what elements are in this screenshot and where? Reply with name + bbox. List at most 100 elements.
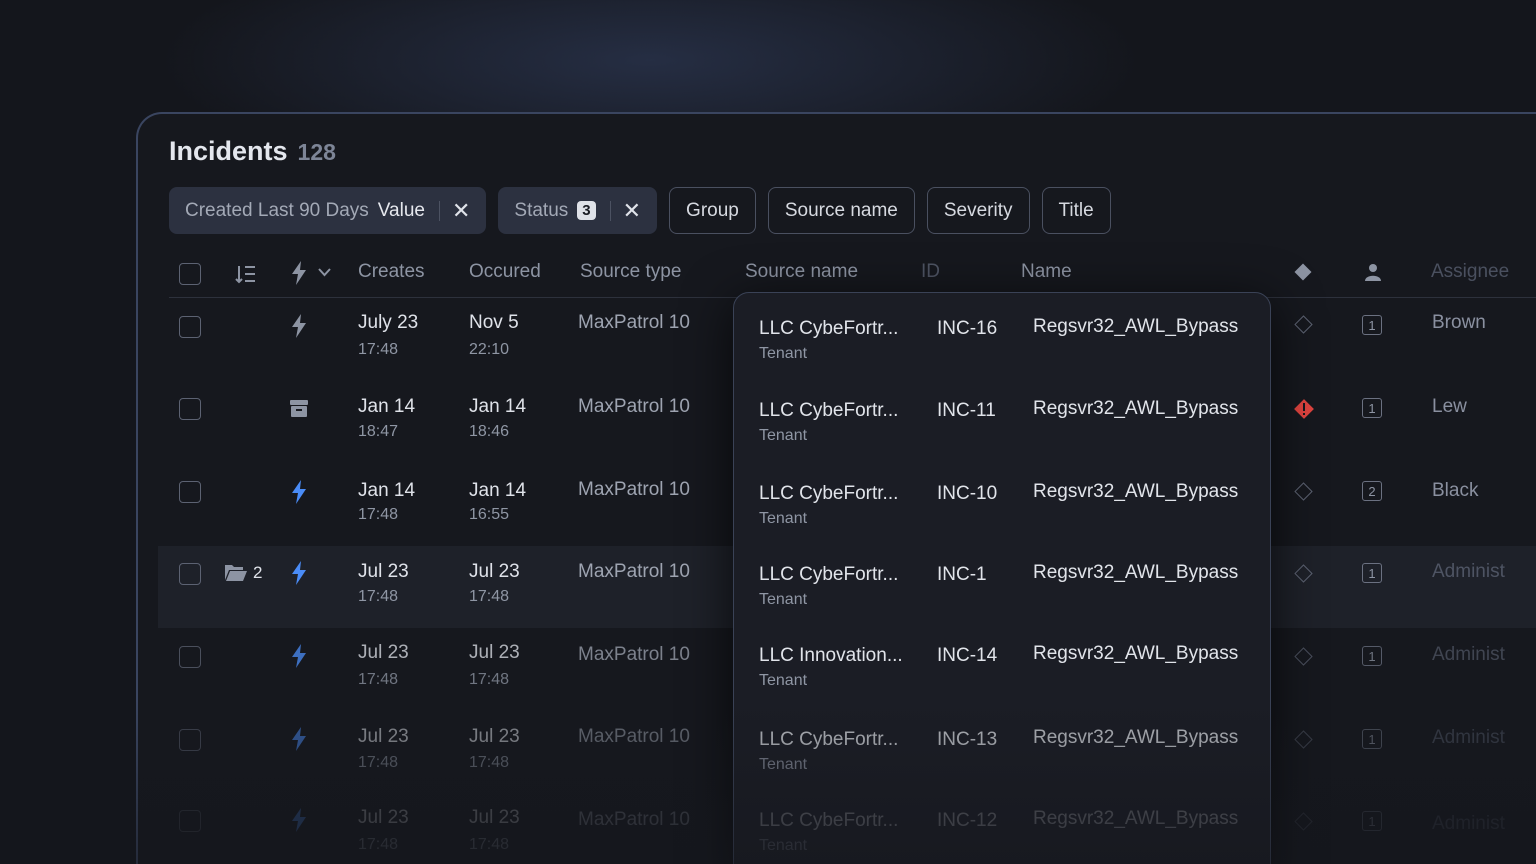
popup-list-item[interactable]: LLC Innovation... Tenant INC-14 Regsvr32… [734, 643, 1270, 727]
diamond-outline-icon [1294, 647, 1313, 666]
bolt-icon [292, 644, 306, 668]
sort-list-icon[interactable] [235, 263, 257, 285]
created-date: Jul 23 [358, 807, 409, 828]
page-header: Incidents 128 [169, 136, 336, 167]
occured-date: Jul 23 [469, 561, 520, 582]
count-badge: 1 [1362, 398, 1382, 418]
incident-name: Regsvr32_AWL_Bypass [1033, 643, 1239, 664]
incident-name: Regsvr32_AWL_Bypass [1033, 727, 1239, 748]
count-badge: 2 [1362, 481, 1382, 501]
folder-open-icon[interactable] [224, 563, 248, 582]
created-time: 17:48 [358, 506, 399, 523]
occured-date: Nov 5 [469, 312, 519, 333]
source-type: MaxPatrol 10 [578, 396, 690, 417]
users-icon[interactable] [1362, 262, 1384, 282]
row-checkbox[interactable] [179, 729, 201, 751]
incident-id: INC-13 [937, 729, 998, 750]
popup-list-item[interactable]: LLC CybeFortr... Tenant INC-13 Regsvr32_… [734, 727, 1270, 811]
incident-name: Regsvr32_AWL_Bypass [1033, 316, 1239, 337]
incident-id: INC-16 [937, 318, 998, 339]
assignee: Lew [1432, 396, 1467, 417]
incident-id: INC-10 [937, 483, 998, 504]
column-header-id[interactable]: ID [921, 261, 940, 283]
row-checkbox[interactable] [179, 398, 201, 420]
column-header-source-type[interactable]: Source type [580, 261, 681, 283]
source-type: MaxPatrol 10 [578, 644, 690, 665]
created-date: Jul 23 [358, 726, 409, 747]
count-badge: 1 [1362, 811, 1382, 831]
chevron-down-icon[interactable] [318, 268, 331, 277]
close-icon[interactable]: ✕ [623, 199, 641, 222]
assignee: Brown [1432, 312, 1486, 333]
assignee: Administ [1432, 644, 1505, 665]
filter-chip-label: Status [514, 199, 569, 221]
filter-button-source-name[interactable]: Source name [767, 187, 915, 234]
occured-time: 17:48 [469, 836, 510, 853]
bolt-icon[interactable] [291, 261, 307, 285]
incident-name: Regsvr32_AWL_Bypass [1033, 398, 1239, 419]
popup-list-item[interactable]: LLC CybeFortr... Tenant INC-1 Regsvr32_A… [734, 562, 1270, 646]
filter-button-group[interactable]: Group [669, 187, 756, 234]
diamond-outline-icon [1294, 730, 1313, 749]
diamond-outline-icon [1294, 812, 1313, 831]
bolt-icon [292, 480, 306, 504]
row-checkbox[interactable] [179, 810, 201, 832]
row-checkbox[interactable] [179, 316, 201, 338]
status-count-badge: 3 [577, 201, 596, 220]
source-type: MaxPatrol 10 [578, 479, 690, 500]
tenant-label: Tenant [759, 591, 808, 608]
column-header-creates[interactable]: Creates [358, 261, 425, 283]
incident-count: 128 [297, 139, 336, 165]
diamond-outline-icon [1294, 315, 1313, 334]
created-date: Jan 14 [358, 396, 416, 417]
created-date: July 23 [358, 312, 419, 333]
popup-list-item[interactable]: LLC CybeFortr... Tenant INC-10 Regsvr32_… [734, 481, 1270, 565]
column-header-source-name[interactable]: Source name [745, 261, 858, 283]
column-header-assignee[interactable]: Assignee [1431, 261, 1509, 283]
select-all-checkbox[interactable] [179, 263, 201, 285]
incident-id: INC-11 [937, 400, 996, 421]
source-name: LLC CybeFortr... [759, 318, 899, 339]
diamond-alert-icon [1294, 399, 1314, 419]
row-checkbox[interactable] [179, 646, 201, 668]
group-count: 2 [253, 563, 263, 582]
popup-list-item[interactable]: LLC CybeFortr... Tenant INC-12 Regsvr32_… [734, 808, 1270, 864]
close-icon[interactable]: ✕ [452, 199, 470, 222]
filter-button-title[interactable]: Title [1041, 187, 1111, 234]
source-name: LLC CybeFortr... [759, 483, 899, 504]
popup-list-item[interactable]: LLC CybeFortr... Tenant INC-16 Regsvr32_… [734, 316, 1270, 400]
assignee: Black [1432, 480, 1479, 501]
source-name: LLC CybeFortr... [759, 400, 899, 421]
count-badge: 1 [1362, 729, 1382, 749]
created-time: 18:47 [358, 423, 399, 440]
divider [609, 200, 611, 221]
occured-date: Jul 23 [469, 642, 520, 663]
column-header-occured[interactable]: Occured [469, 261, 541, 283]
severity-diamond-icon[interactable] [1293, 262, 1313, 282]
filter-button-severity[interactable]: Severity [926, 187, 1030, 234]
occured-time: 17:48 [469, 671, 510, 688]
column-header-name[interactable]: Name [1021, 261, 1072, 283]
created-date: Jul 23 [358, 561, 409, 582]
tenant-label: Tenant [759, 837, 808, 854]
source-name: LLC CybeFortr... [759, 810, 899, 831]
occured-date: Jan 14 [469, 396, 527, 417]
filter-chip-created[interactable]: Created Last 90 Days Value ✕ [169, 187, 487, 234]
popup-list-item[interactable]: LLC CybeFortr... Tenant INC-11 Regsvr32_… [734, 398, 1270, 482]
tenant-label: Tenant [759, 510, 808, 527]
occured-time: 16:55 [469, 506, 510, 523]
created-date: Jul 23 [358, 642, 409, 663]
bolt-icon [292, 727, 306, 751]
assignee: Administ [1432, 561, 1505, 582]
bolt-icon [292, 561, 306, 585]
diamond-outline-icon [1294, 564, 1313, 583]
row-checkbox[interactable] [179, 481, 201, 503]
source-details-popup: LLC CybeFortr... Tenant INC-16 Regsvr32_… [733, 292, 1271, 864]
row-checkbox[interactable] [179, 563, 201, 585]
filter-chip-status[interactable]: Status 3 ✕ [498, 187, 658, 234]
occured-date: Jul 23 [469, 807, 520, 828]
created-time: 17:48 [358, 341, 399, 358]
occured-date: Jan 14 [469, 480, 527, 501]
filter-chip-label: Created Last 90 Days [185, 199, 369, 221]
diamond-outline-icon [1294, 482, 1313, 501]
